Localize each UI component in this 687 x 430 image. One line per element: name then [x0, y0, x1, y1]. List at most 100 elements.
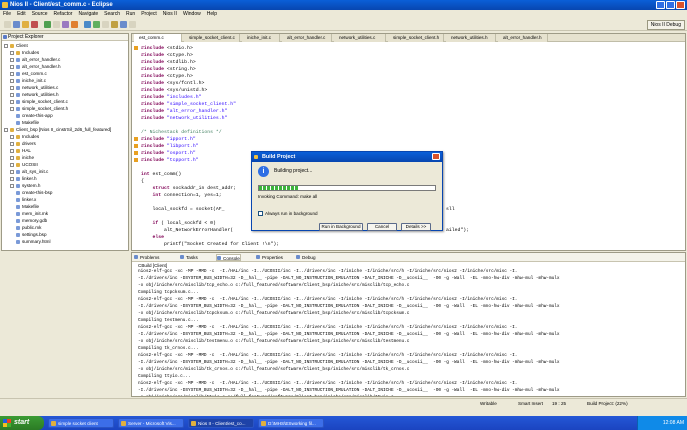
menu-item-help[interactable]: Help [207, 10, 217, 19]
menu-item-refactor[interactable]: Refactor [54, 10, 73, 19]
expand-icon[interactable] [10, 134, 14, 139]
fold-marker-icon[interactable] [134, 144, 138, 148]
tree-item[interactable]: alt_error_handler.h [10, 63, 61, 70]
menu-item-window[interactable]: Window [183, 10, 201, 19]
tree-item[interactable]: create-this-bsp [10, 189, 52, 196]
tree-item[interactable]: alt_sys_init.c [10, 168, 48, 175]
tree-item[interactable]: iniche [10, 154, 34, 161]
tree-item[interactable]: Client_bsp [Nios II_cinstrSil_2d6_full_f… [4, 126, 111, 133]
taskbar-item[interactable]: D:\MHS\ESworking fil... [258, 418, 324, 428]
build-icon[interactable] [31, 21, 38, 28]
tree-item[interactable]: UCOSII [10, 161, 38, 168]
maximize-icon[interactable] [666, 1, 675, 9]
tree-item[interactable]: Client [4, 42, 28, 49]
tree-item[interactable]: settings.bsp [10, 231, 47, 238]
menu-item-edit[interactable]: Edit [17, 10, 26, 19]
expand-icon[interactable] [10, 92, 14, 97]
details-button[interactable]: Details >> [401, 223, 431, 231]
status-build-progress[interactable]: Build Project: (22%) [587, 399, 628, 408]
run-in-background-button[interactable]: Run in Background [319, 223, 363, 231]
tree-item[interactable]: simple_socket_client.c [10, 98, 68, 105]
back-icon[interactable] [84, 21, 91, 28]
expand-icon[interactable] [10, 99, 14, 104]
tree-item[interactable]: iniche_init.c [10, 77, 46, 84]
perspective-switcher[interactable]: Nios II Debug [646, 20, 685, 30]
search-icon[interactable] [62, 21, 69, 28]
tree-item[interactable]: Includes [10, 49, 39, 56]
close-icon[interactable] [676, 1, 685, 9]
expand-icon[interactable] [10, 169, 14, 174]
window-title-bar[interactable]: Nios II - Client/est_comm.c - Eclipse [0, 0, 687, 10]
print-icon[interactable] [22, 21, 29, 28]
collapse-icon[interactable] [4, 127, 8, 132]
menu-item-project[interactable]: Project [141, 10, 157, 19]
tree-item[interactable]: mem_init.mk [10, 210, 48, 217]
start-button[interactable]: start [0, 416, 44, 430]
tree-item[interactable]: simple_socket_client.h [10, 105, 68, 112]
fold-marker-icon[interactable] [134, 151, 138, 155]
new-icon[interactable] [4, 21, 11, 28]
tree-item[interactable]: alt_error_handler.c [10, 56, 60, 63]
fold-marker-icon[interactable] [134, 46, 138, 50]
expand-icon[interactable] [10, 78, 14, 83]
tree-item[interactable]: create-this-app [10, 112, 53, 119]
run-icon[interactable] [44, 21, 51, 28]
console-output[interactable]: nios2-elf-gcc -xc -MP -MMD -c -I./HAL/in… [132, 253, 685, 396]
next-annotation-icon[interactable] [102, 21, 109, 28]
expand-icon[interactable] [10, 155, 14, 160]
tree-item[interactable]: drivers [10, 140, 36, 147]
tree-item[interactable]: public.mk [10, 224, 41, 231]
external-tools-icon[interactable] [120, 21, 127, 28]
minimize-icon[interactable] [656, 1, 665, 9]
expand-icon[interactable] [10, 148, 14, 153]
tree-item[interactable]: Makefile [10, 119, 39, 126]
menu-item-nios-ii[interactable]: Nios II [163, 10, 177, 19]
expand-icon[interactable] [10, 162, 14, 167]
fold-marker-icon[interactable] [134, 158, 138, 162]
tree-item[interactable]: Includes [10, 133, 39, 140]
forward-icon[interactable] [93, 21, 100, 28]
expand-icon[interactable] [10, 183, 14, 188]
project-explorer-tab[interactable]: Project Explorer [2, 34, 128, 41]
menu-item-run[interactable]: Run [126, 10, 135, 19]
menu-item-search[interactable]: Search [104, 10, 120, 19]
expand-icon[interactable] [10, 64, 14, 69]
expand-icon[interactable] [10, 50, 14, 55]
tree-item[interactable]: memory.gdb [10, 217, 47, 224]
menu-item-file[interactable]: File [3, 10, 11, 19]
expand-icon[interactable] [10, 106, 14, 111]
expand-icon[interactable] [10, 57, 14, 62]
save-icon[interactable] [13, 21, 20, 28]
collapse-icon[interactable] [4, 43, 8, 48]
taskbar-item-label: Server - Microsoft Vis... [128, 421, 176, 426]
perspective-icon[interactable] [129, 21, 136, 28]
dialog-close-icon[interactable] [432, 153, 440, 160]
expand-icon[interactable] [10, 176, 14, 181]
previous-annotation-icon[interactable] [111, 21, 118, 28]
expand-icon[interactable] [10, 141, 14, 146]
tree-item[interactable]: linker.x [10, 196, 36, 203]
always-background-checkbox[interactable] [258, 211, 263, 216]
menu-item-navigate[interactable]: Navigate [78, 10, 98, 19]
dialog-title-bar[interactable]: Build Project [252, 152, 442, 162]
tree-item[interactable]: network_utilities.c [10, 84, 58, 91]
taskbar-item[interactable]: Nios II - Client/est_co... [188, 418, 254, 428]
debug-icon[interactable] [53, 21, 60, 28]
tree-item[interactable]: HAL [10, 147, 31, 154]
tree-item[interactable]: est_comm.c [10, 70, 47, 77]
dialog-title: Build Project [262, 154, 296, 160]
expand-icon[interactable] [10, 85, 14, 90]
tree-item[interactable]: Makefile [10, 203, 39, 210]
cancel-button[interactable]: Cancel [367, 223, 397, 231]
expand-icon[interactable] [10, 71, 14, 76]
taskbar-item[interactable]: simple socket client [48, 418, 114, 428]
tree-item[interactable]: network_utilities.h [10, 91, 59, 98]
clock[interactable]: 12:08 AM [663, 420, 684, 426]
taskbar-item[interactable]: Server - Microsoft Vis... [118, 418, 184, 428]
tree-item[interactable]: linker.h [10, 175, 37, 182]
menu-item-source[interactable]: Source [32, 10, 48, 19]
tree-item[interactable]: summary.html [10, 238, 51, 245]
fold-marker-icon[interactable] [134, 137, 138, 141]
tree-item[interactable]: system.h [10, 182, 40, 189]
open-type-icon[interactable] [71, 21, 78, 28]
